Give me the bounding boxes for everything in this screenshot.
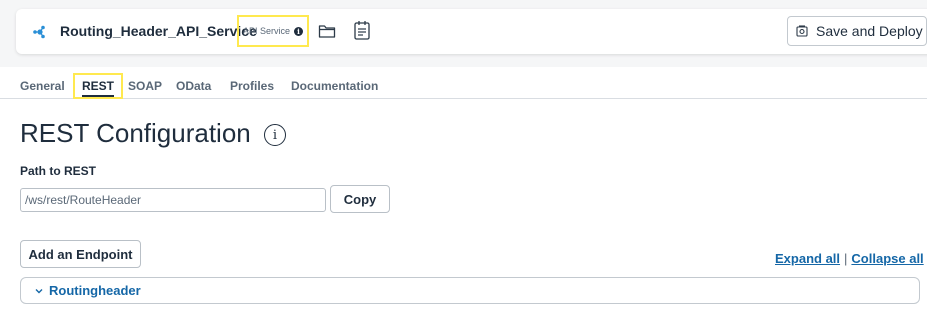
expand-collapse-links: Expand all | Collapse all [775,251,924,266]
service-title: Routing_Header_API_Service [60,23,257,39]
expand-all-link[interactable]: Expand all [775,251,840,266]
notes-icon[interactable] [353,20,371,40]
api-service-logo-icon [33,25,45,39]
tab-soap[interactable]: SOAP [128,79,162,93]
tab-bar: General REST SOAP OData Profiles Documen… [0,67,927,99]
tab-profiles[interactable]: Profiles [230,79,274,93]
info-icon[interactable]: i [294,26,304,36]
service-type-label: API Service [242,26,291,36]
service-header-bar: Routing_Header_API_Service API Service i… [16,9,927,54]
tab-rest[interactable]: REST [73,73,124,99]
service-type-badge: API Service i [237,15,309,47]
link-separator: | [844,251,848,266]
tab-general[interactable]: General [20,79,65,93]
save-and-deploy-button[interactable]: Save and Deploy [787,16,927,46]
endpoint-accordion[interactable]: Routingheader [20,277,920,304]
chevron-down-icon [35,288,43,293]
path-to-rest-label: Path to REST [20,164,97,178]
tab-documentation[interactable]: Documentation [291,79,378,93]
collapse-all-link[interactable]: Collapse all [851,251,923,266]
folder-icon[interactable] [318,22,336,40]
path-to-rest-input[interactable] [20,188,326,212]
tab-odata[interactable]: OData [176,79,211,93]
info-icon[interactable]: i [264,124,286,146]
deploy-icon [796,25,808,37]
save-and-deploy-label: Save and Deploy [816,23,923,39]
page-title: REST Configuration [20,118,251,148]
add-endpoint-button[interactable]: Add an Endpoint [20,240,141,268]
tab-rest-label: REST [82,79,115,97]
endpoint-name: Routingheader [49,283,141,298]
copy-button[interactable]: Copy [330,185,390,213]
